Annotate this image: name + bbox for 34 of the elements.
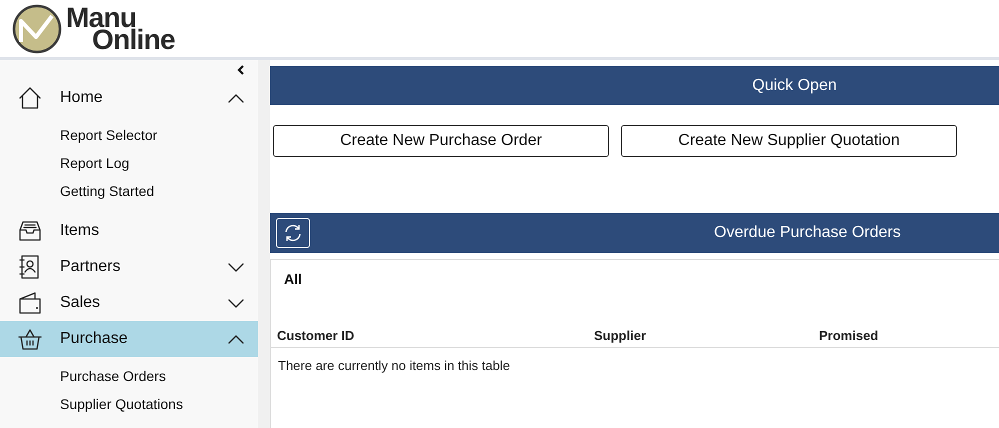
column-header[interactable]: Promised xyxy=(819,326,999,346)
refresh-button[interactable] xyxy=(276,218,310,248)
section-title: Overdue Purchase Orders xyxy=(714,223,901,243)
nav-item[interactable]: Partners xyxy=(0,249,258,285)
nav-item[interactable]: Sales xyxy=(0,285,258,321)
nav-subitem[interactable]: Getting Started xyxy=(60,180,154,202)
empty-message: There are currently no items in this table xyxy=(278,358,510,373)
chevron-up-icon xyxy=(228,94,244,102)
logo-text: Online xyxy=(92,28,175,50)
logo-icon xyxy=(12,4,62,54)
basket-icon xyxy=(18,328,42,350)
filter-label[interactable]: All xyxy=(284,271,302,287)
nav-subitem[interactable]: Purchase Orders xyxy=(60,366,166,386)
nav-subitem[interactable]: Supplier Quotations xyxy=(60,394,183,414)
nav-item[interactable]: Items xyxy=(0,213,258,249)
refresh-icon xyxy=(283,223,303,243)
inbox-icon xyxy=(18,220,42,242)
chevron-down-icon xyxy=(228,262,244,272)
column-header[interactable]: Supplier xyxy=(594,326,819,346)
logo-text: Manu xyxy=(66,6,136,28)
nav-subitem[interactable]: Report Log xyxy=(60,152,130,174)
nav-item[interactable]: Purchase xyxy=(0,321,258,357)
create-button[interactable]: Create New Supplier Quotation xyxy=(621,125,957,157)
house-icon xyxy=(18,86,42,110)
chevron-up-icon xyxy=(228,334,244,344)
nav-subitem[interactable]: Report Selector xyxy=(60,124,158,146)
column-header[interactable]: Customer ID xyxy=(277,326,594,346)
nav-item[interactable]: Home xyxy=(0,80,258,116)
section-title: Quick Open xyxy=(751,76,837,96)
chevron-down-icon xyxy=(228,298,244,308)
contact-book-icon xyxy=(18,255,40,279)
collapse-icon[interactable] xyxy=(237,65,244,75)
wallet-icon xyxy=(18,292,42,314)
create-button[interactable]: Create New Purchase Order xyxy=(273,125,609,157)
